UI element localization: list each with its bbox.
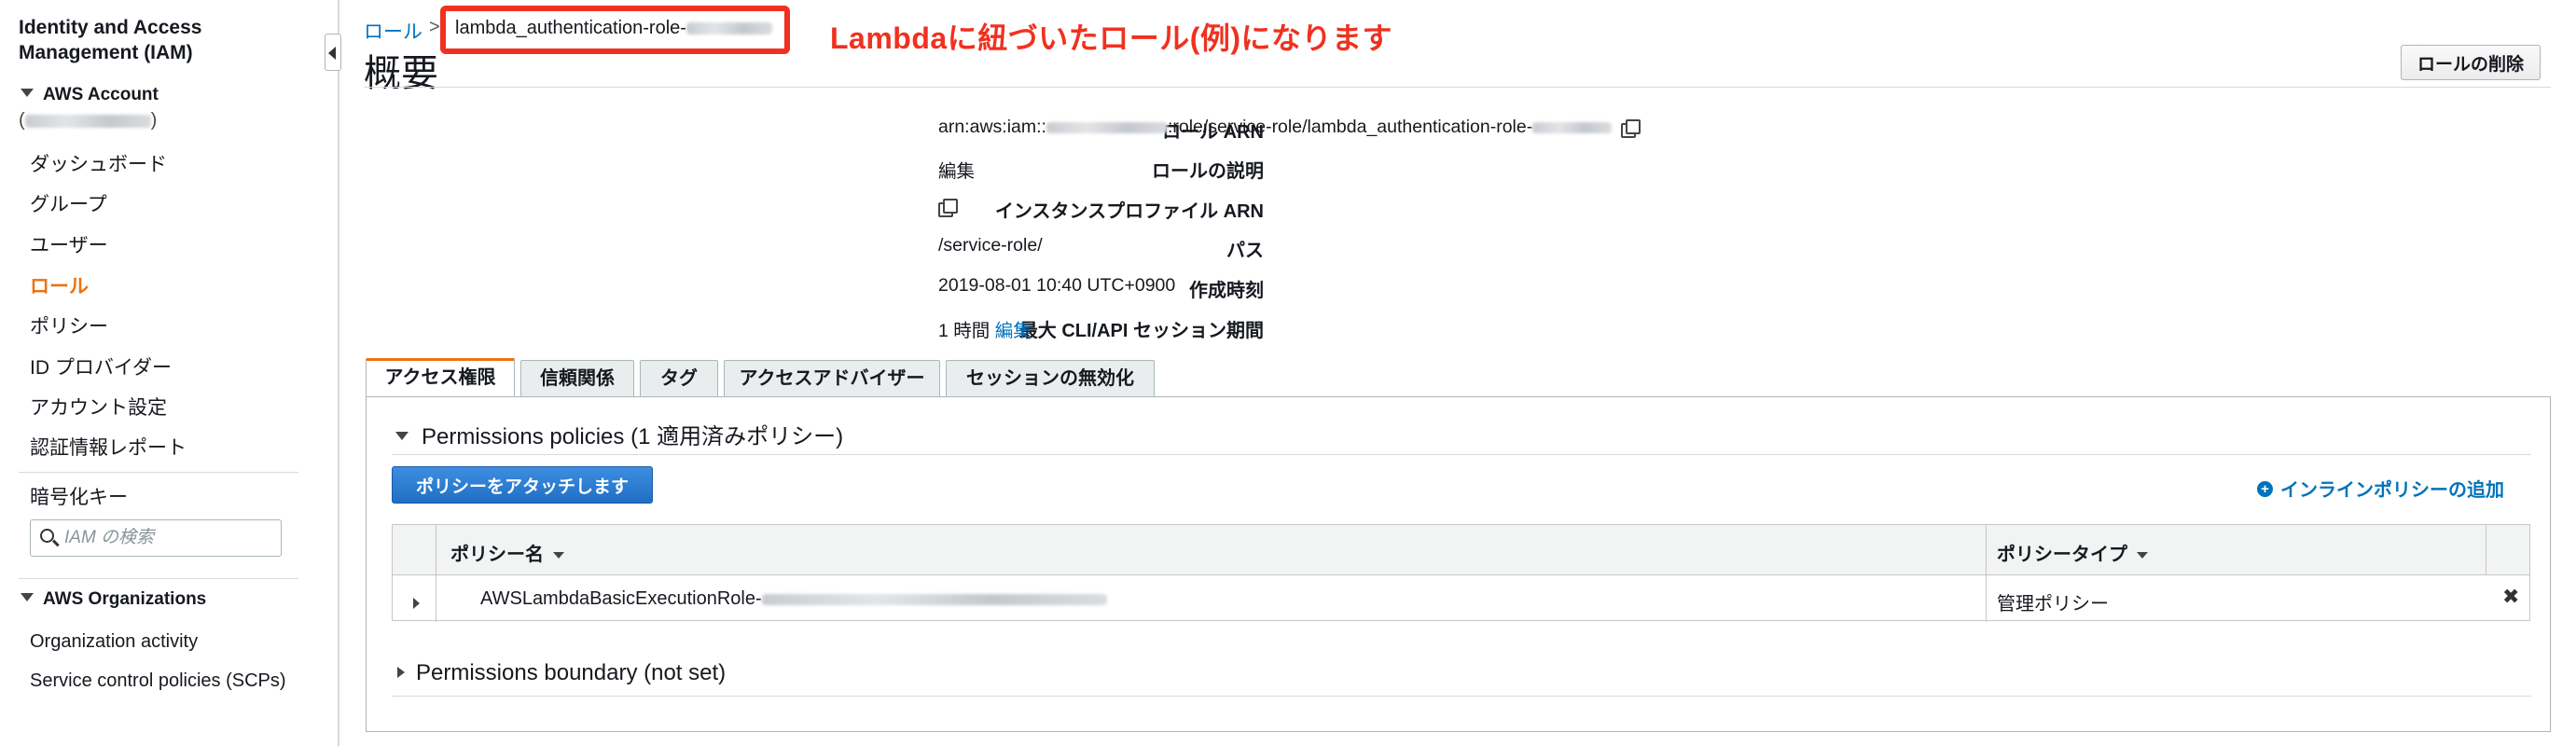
account-id: () [19, 110, 158, 131]
breadcrumb-current: lambda_authentication-role- [455, 18, 772, 39]
copy-icon[interactable] [1621, 118, 1641, 138]
table-row: AWSLambdaBasicExecutionRole- 管理ポリシー ✖ [393, 575, 2529, 622]
sidebar-item-credential-report[interactable]: 認証情報レポート [30, 433, 187, 461]
collapse-sidebar-button[interactable] [325, 34, 341, 71]
attach-policy-button[interactable]: ポリシーをアタッチします [392, 466, 653, 504]
tab-access-advisor[interactable]: アクセスアドバイザー [724, 360, 940, 397]
sidebar-search[interactable] [30, 519, 282, 557]
summary-row-created: 作成時刻 2019-08-01 10:40 UTC+0900 [364, 275, 2509, 305]
service-title-line2: Management (IAM) [19, 42, 193, 63]
aws-organizations-section[interactable]: AWS Organizations [21, 589, 206, 610]
plus-circle-icon: + [2257, 481, 2273, 498]
tab-trust-relationships[interactable]: 信頼関係 [520, 360, 634, 397]
redacted-value [686, 22, 772, 35]
section-divider [392, 696, 2531, 697]
aws-account-section[interactable]: AWS Account [21, 85, 159, 105]
sort-icon [553, 552, 564, 560]
sidebar-item-scps[interactable]: Service control policies (SCPs) [30, 670, 286, 692]
annotation-text: Lambdaに紐づいたロール(例)になります [830, 21, 1393, 55]
sidebar-item-encryption-keys[interactable]: 暗号化キー [30, 482, 128, 510]
policy-type-value: 管理ポリシー [1997, 594, 2109, 615]
sidebar-border [338, 0, 339, 746]
path-label: パス [1226, 241, 1264, 261]
permissions-boundary-header[interactable]: Permissions boundary (not set) [397, 660, 726, 686]
sidebar-item-policies[interactable]: ポリシー [30, 311, 108, 339]
breadcrumb-separator: > [429, 17, 440, 37]
section-divider [392, 454, 2531, 455]
permissions-boundary-label: Permissions boundary (not set) [416, 660, 727, 685]
sidebar-item-roles[interactable]: ロール [30, 271, 89, 299]
role-description-label: ロールの説明 [1152, 161, 1264, 182]
max-session-label: 最大 CLI/API セッション期間 [1018, 321, 1264, 341]
sidebar-item-groups[interactable]: グループ [30, 189, 107, 217]
sidebar-item-account-settings[interactable]: アカウント設定 [30, 393, 167, 421]
sidebar-divider [19, 578, 298, 579]
add-inline-policy-link[interactable]: + インラインポリシーの追加 [2257, 475, 2504, 502]
summary-row-description: ロールの説明 編集 [364, 156, 2509, 186]
redacted-value [761, 593, 1107, 605]
edit-description-link[interactable]: 編集 [938, 156, 975, 183]
summary-row-path: パス /service-role/ [364, 235, 2509, 265]
aws-account-label: AWS Account [43, 85, 159, 104]
service-title[interactable]: Identity and Access Management (IAM) [19, 15, 201, 65]
page-title: 概要 [364, 53, 438, 94]
instance-profile-arn-value [938, 196, 958, 217]
caret-down-icon [21, 89, 34, 98]
service-title-line1: Identity and Access [19, 17, 202, 38]
sidebar: Identity and Access Management (IAM) AWS… [0, 0, 338, 746]
summary-row-arn: ロール ARN arn:aws:iam:::role/service-role/… [364, 117, 2509, 146]
summary-row-instance-profile: インスタンスプロファイル ARN [364, 196, 2509, 226]
permissions-policies-header[interactable]: Permissions policies (1 適用済みポリシー) [395, 418, 843, 450]
table-header [393, 525, 2529, 575]
permissions-policies-label: Permissions policies (1 適用済みポリシー) [422, 424, 844, 449]
sidebar-divider [19, 472, 298, 473]
redacted-value [1532, 121, 1613, 133]
column-header-policy-name[interactable]: ポリシー名 [450, 539, 564, 566]
redacted-value [1046, 121, 1168, 133]
sidebar-item-organization-activity[interactable]: Organization activity [30, 631, 198, 653]
search-input[interactable] [64, 524, 270, 552]
caret-down-icon [21, 593, 34, 602]
created-value: 2019-08-01 10:40 UTC+0900 [938, 275, 1176, 296]
search-icon [40, 529, 54, 543]
path-value: /service-role/ [938, 235, 1043, 256]
breadcrumb-roles-link[interactable]: ロール [364, 17, 422, 45]
summary-row-session: 最大 CLI/API セッション期間 1 時間 編集 [364, 315, 2509, 345]
role-arn-value: arn:aws:iam:::role/service-role/lambda_a… [938, 117, 1641, 138]
breadcrumb-current-label: lambda_authentication-role- [455, 18, 686, 38]
sidebar-item-users[interactable]: ユーザー [30, 230, 108, 258]
policies-table: ポリシー名 ポリシータイプ AWSLambdaBasicExecutionRol… [392, 524, 2530, 622]
tab-tags[interactable]: タグ [640, 360, 718, 397]
copy-icon[interactable] [938, 198, 958, 217]
column-header-policy-type[interactable]: ポリシータイプ [1997, 539, 2148, 566]
caret-right-icon [397, 666, 405, 678]
add-inline-policy-label: インラインポリシーの追加 [2280, 480, 2504, 501]
edit-session-link[interactable]: 編集 [995, 321, 1032, 341]
tab-revoke-sessions[interactable]: セッションの無効化 [946, 360, 1155, 397]
instance-profile-arn-label: インスタンスプロファイル ARN [994, 201, 1264, 222]
tab-permissions[interactable]: アクセス権限 [366, 358, 515, 397]
sidebar-item-dashboard[interactable]: ダッシュボード [30, 149, 167, 177]
caret-down-icon [395, 432, 409, 441]
max-session-value: 1 時間 編集 [938, 321, 1032, 341]
policy-name-link[interactable]: AWSLambdaBasicExecutionRole- [480, 588, 1107, 610]
remove-policy-icon[interactable]: ✖ [2502, 585, 2519, 609]
expand-row-icon[interactable] [413, 598, 420, 609]
sort-icon [2137, 552, 2148, 560]
sidebar-item-identity-providers[interactable]: ID プロバイダー [30, 352, 172, 380]
aws-organizations-label: AWS Organizations [43, 589, 207, 609]
title-divider [364, 87, 2551, 88]
delete-role-button[interactable]: ロールの削除 [2401, 45, 2541, 80]
